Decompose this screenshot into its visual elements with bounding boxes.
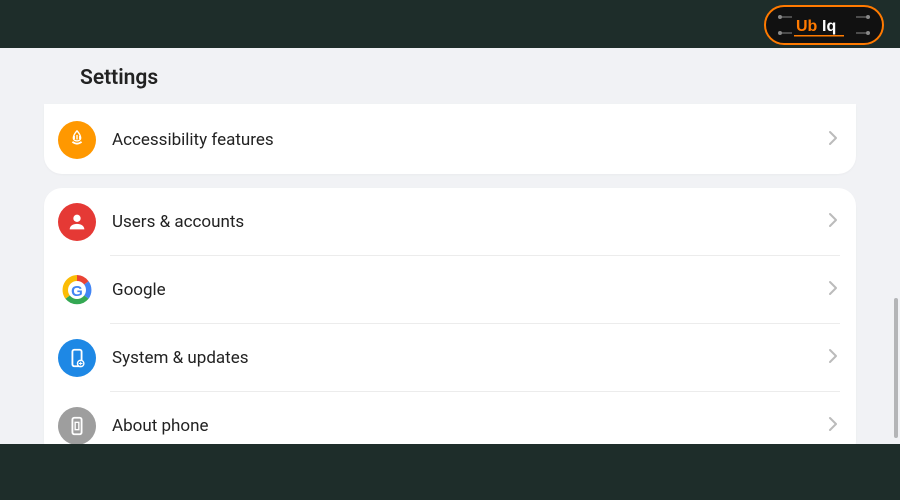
page-title: Settings [44, 48, 856, 104]
settings-item-system[interactable]: System & updates [44, 324, 856, 392]
chevron-right-icon [828, 348, 838, 369]
chevron-right-icon [828, 130, 838, 151]
settings-item-label: Google [112, 280, 820, 300]
bottom-bar [0, 444, 900, 500]
chevron-right-icon [828, 212, 838, 233]
scrollbar[interactable] [894, 298, 898, 438]
settings-item-label: Users & accounts [112, 212, 820, 232]
about-icon [58, 407, 96, 444]
settings-group-2: Users & accounts G Google [44, 188, 856, 444]
svg-text:Iq: Iq [822, 18, 836, 35]
settings-item-label: System & updates [112, 348, 820, 368]
users-icon [58, 203, 96, 241]
settings-item-label: Accessibility features [112, 130, 820, 150]
chevron-right-icon [828, 416, 838, 437]
brand-logo: Ub Iq [764, 5, 884, 45]
svg-text:Ub: Ub [796, 18, 818, 35]
settings-content: Settings Accessibility features [0, 48, 900, 444]
system-icon [58, 339, 96, 377]
settings-item-label: About phone [112, 416, 820, 436]
top-bar: Ub Iq [0, 0, 900, 48]
google-icon: G [58, 271, 96, 309]
svg-text:G: G [71, 283, 83, 300]
settings-item-about[interactable]: About phone [44, 392, 856, 444]
accessibility-icon [58, 121, 96, 159]
settings-item-accessibility[interactable]: Accessibility features [44, 106, 856, 174]
settings-group-1: Accessibility features [44, 104, 856, 174]
chevron-right-icon [828, 280, 838, 301]
settings-item-google[interactable]: G Google [44, 256, 856, 324]
settings-item-users[interactable]: Users & accounts [44, 188, 856, 256]
